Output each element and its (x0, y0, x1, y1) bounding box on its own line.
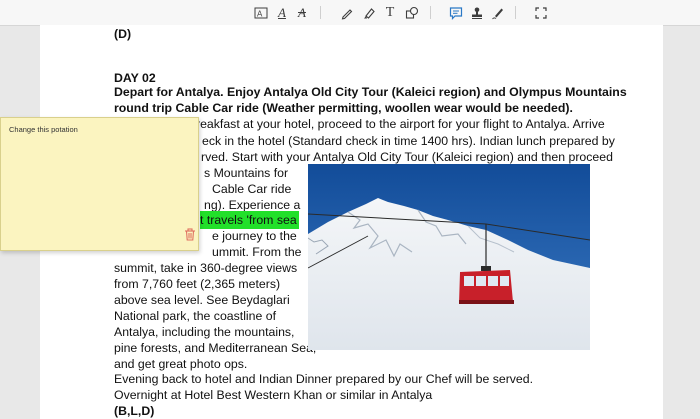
stamp-icon[interactable] (468, 4, 486, 21)
text-box-icon[interactable]: A (252, 4, 270, 21)
signature-icon[interactable] (489, 4, 507, 21)
annotation-toolbar: A A A T (0, 0, 700, 26)
meal-code-bottom: (B,L,D) (114, 404, 155, 418)
toolbar-divider (320, 6, 321, 19)
toolbar-divider (430, 6, 431, 19)
toolbar-divider (515, 6, 516, 19)
cable-car-photo (308, 164, 590, 350)
text-style-icon[interactable]: A (273, 4, 291, 21)
shapes-icon[interactable] (403, 4, 421, 21)
highlighter-icon[interactable] (360, 4, 378, 21)
crop-icon[interactable] (532, 4, 550, 21)
trash-icon[interactable] (184, 228, 196, 241)
note-text[interactable]: Change this potation (9, 125, 78, 134)
body-line: reakfast at your hotel, proceed to the a… (196, 117, 605, 131)
text-icon[interactable]: T (381, 4, 399, 21)
body-line: Overnight at Hotel Best Western Khan or … (114, 388, 433, 402)
pen-icon[interactable] (338, 4, 356, 21)
svg-text:A: A (257, 9, 263, 18)
meal-code-top: (D) (114, 27, 132, 41)
note-icon[interactable] (447, 4, 465, 21)
sticky-note[interactable]: Change this potation (0, 117, 199, 251)
strikethrough-icon[interactable]: A (293, 4, 311, 21)
